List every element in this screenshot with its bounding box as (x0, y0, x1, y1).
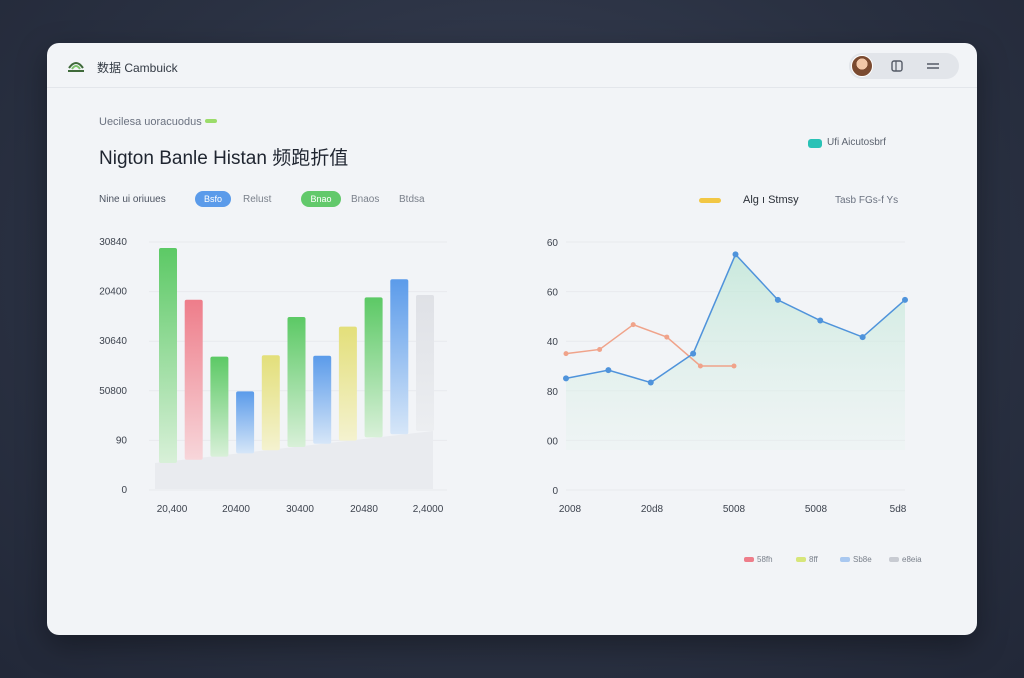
bar (210, 356, 229, 457)
series-point-blue (690, 350, 697, 357)
line-y-tick: 00 (547, 436, 559, 447)
line-y-tick: 0 (552, 486, 558, 497)
area-chart: 606040800002008 20d8 5008 5008 5d858fh 8ff Sb8… (547, 238, 922, 564)
bottom-legend-swatch (744, 557, 754, 562)
bar (261, 355, 280, 451)
bar (287, 317, 306, 447)
dashboard-window: 数据 Cambuick Uecilesa uoracuodus Nigton B… (47, 43, 977, 635)
line-x-tick: 2008 (559, 504, 582, 515)
bottom-legend-swatch (889, 557, 899, 562)
bar-y-tick: 20400 (99, 287, 127, 298)
bar (416, 295, 434, 431)
bar-y-tick: 50800 (99, 386, 127, 397)
series-point-blue (817, 317, 824, 324)
series-point-salmon (664, 334, 670, 340)
series-point-blue (902, 296, 908, 303)
line-x-tick: 20d8 (641, 504, 664, 515)
line-y-tick: 40 (547, 337, 559, 348)
bar (313, 355, 332, 444)
bar-x-tick: 30400 (286, 504, 314, 515)
series-point-salmon (731, 363, 737, 369)
series-point-blue (605, 367, 612, 374)
bar (159, 248, 177, 463)
series-point-blue (859, 334, 866, 341)
series-point-salmon (597, 346, 603, 352)
series-point-salmon (697, 363, 703, 369)
area-fill (566, 254, 905, 450)
series-point-blue (774, 296, 781, 303)
bottom-legend-label: Sb8e (853, 555, 872, 564)
line-x-tick: 5008 (723, 504, 746, 515)
bottom-legend-label: 8ff (809, 555, 819, 564)
series-point-blue (647, 379, 654, 386)
bar (390, 279, 409, 435)
bar-y-tick: 90 (116, 435, 128, 446)
series-point-salmon (563, 351, 569, 357)
bar-x-tick: 2,4000 (413, 504, 444, 515)
line-x-tick: 5008 (805, 504, 828, 515)
bar (364, 297, 383, 438)
bottom-legend-swatch (840, 557, 850, 562)
line-y-tick: 80 (547, 387, 559, 398)
series-point-salmon (630, 322, 636, 328)
bar (338, 326, 357, 441)
bar-y-tick: 30640 (99, 336, 127, 347)
bar (236, 391, 255, 454)
line-y-tick: 60 (547, 238, 559, 249)
line-x-tick: 5d8 (890, 504, 907, 515)
bottom-legend-swatch (796, 557, 806, 562)
charts-canvas: 30840 20400 30640 50800 90 0 20,400 20400 30400 2… (99, 237, 922, 564)
bottom-legend-label: e8eia (902, 555, 922, 564)
series-point-blue (732, 251, 739, 258)
bar-x-tick: 20400 (222, 504, 250, 515)
bar (184, 299, 203, 460)
bar-chart: 30840 20400 30640 50800 90 0 20,400 20400 30400 2… (99, 237, 447, 515)
bar-x-tick: 20480 (350, 504, 378, 515)
line-y-tick: 60 (547, 288, 559, 299)
bar-y-tick: 30840 (99, 237, 127, 248)
bar-x-tick: 20,400 (157, 504, 188, 515)
bar-y-tick: 0 (121, 485, 127, 496)
bottom-legend-label: 58fh (757, 555, 773, 564)
series-point-blue (563, 375, 569, 382)
